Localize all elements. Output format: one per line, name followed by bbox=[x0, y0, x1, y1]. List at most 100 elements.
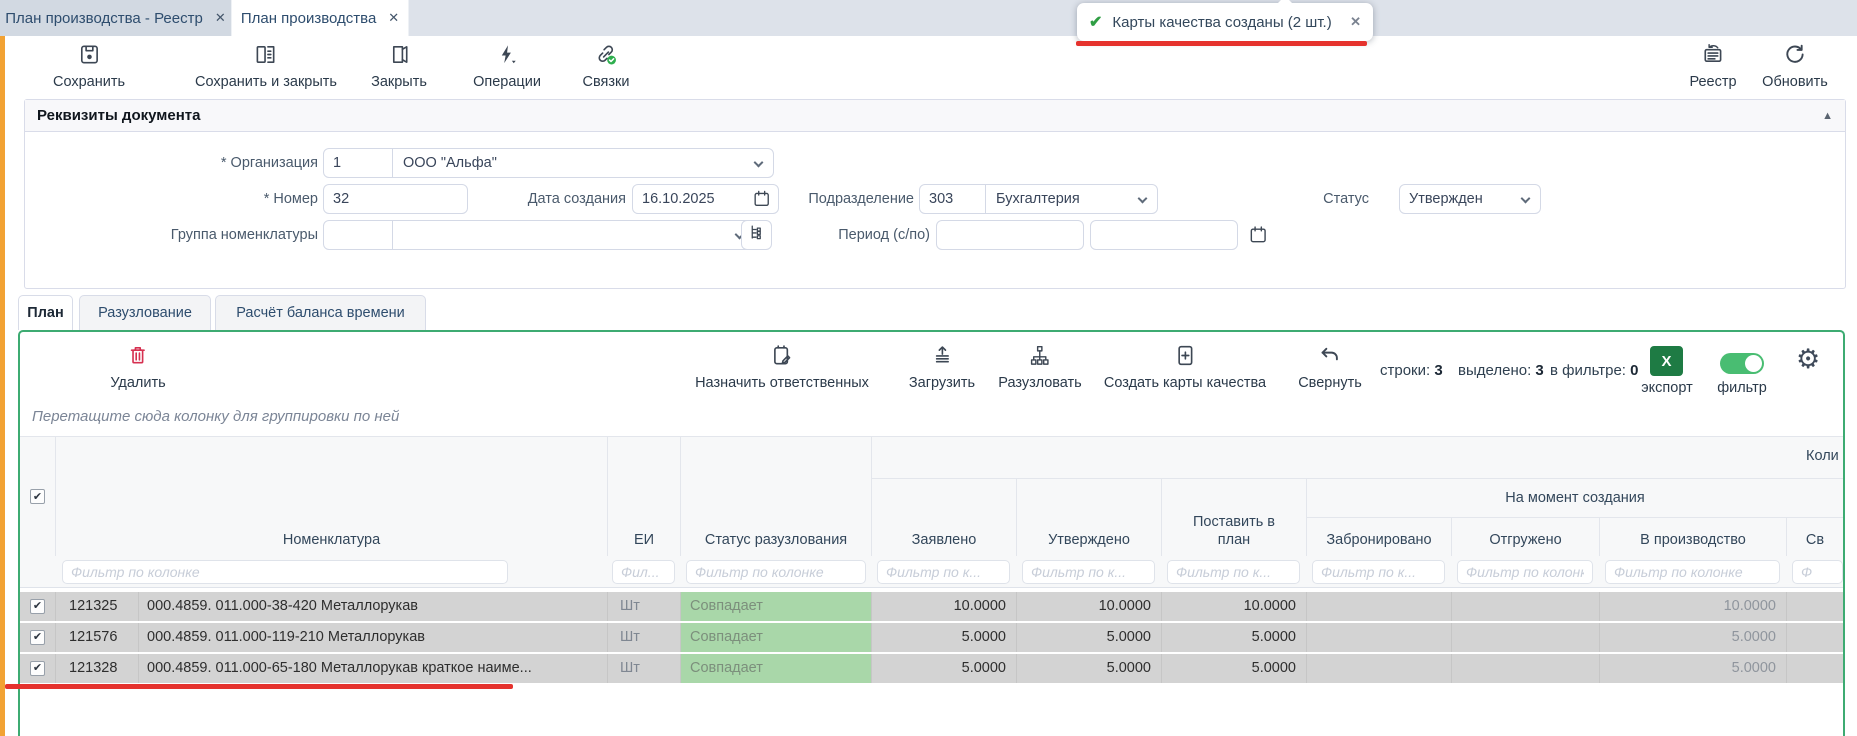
requisites-header[interactable]: Реквизиты документа ▲ bbox=[25, 100, 1845, 132]
row-to-plan: 10.0000 bbox=[1161, 592, 1306, 621]
table-row[interactable]: ✔ 121576 000.4859. 011.000-119-210 Метал… bbox=[20, 623, 1843, 652]
col-declared[interactable]: Заявлено bbox=[871, 479, 1016, 556]
row-id: 121328 bbox=[55, 654, 138, 683]
upload-icon bbox=[931, 344, 954, 371]
registry-list-icon bbox=[1702, 43, 1725, 70]
chevron-down-icon[interactable] bbox=[1138, 194, 1148, 204]
organization-combo[interactable]: 1 ООО "Альфа" bbox=[323, 148, 774, 178]
registry-button[interactable]: Реестр bbox=[1689, 43, 1736, 90]
col-reserved[interactable]: Забронировано bbox=[1306, 518, 1451, 556]
filter-to-plan[interactable] bbox=[1167, 560, 1300, 584]
status-label: Статус bbox=[1305, 184, 1369, 214]
organization-name: ООО "Альфа" bbox=[393, 149, 773, 177]
tab-explosion[interactable]: Разузлование bbox=[79, 295, 211, 330]
row-checkbox[interactable]: ✔ bbox=[30, 630, 45, 645]
filter-declared[interactable] bbox=[877, 560, 1010, 584]
close-button[interactable]: Закрыть bbox=[371, 43, 427, 90]
row-status-badge: Совпадает bbox=[680, 592, 871, 621]
chevron-down-icon[interactable] bbox=[754, 158, 764, 168]
division-combo[interactable]: 303 Бухгалтерия bbox=[919, 184, 1158, 214]
toast-notification: ✔ Карты качества созданы (2 шт.) ✕ bbox=[1077, 3, 1373, 41]
chevron-down-icon[interactable] bbox=[1521, 194, 1531, 204]
tab-time-balance[interactable]: Расчёт баланса времени bbox=[215, 295, 426, 330]
operations-button[interactable]: Операции bbox=[473, 43, 541, 90]
row-name: 000.4859. 011.000-119-210 Металлорукав bbox=[138, 623, 607, 652]
save-and-close-button[interactable]: Сохранить и закрыть bbox=[195, 43, 337, 90]
tab-plan[interactable]: План bbox=[18, 295, 73, 330]
toast-close-icon[interactable]: ✕ bbox=[1350, 14, 1361, 30]
status-select[interactable]: Утвержден bbox=[1399, 184, 1541, 214]
selected-count: выделено: 3 bbox=[1458, 362, 1544, 379]
assign-responsible-button[interactable]: Назначить ответственных bbox=[695, 344, 869, 391]
row-id: 121325 bbox=[55, 592, 138, 621]
col-nomenclature[interactable]: Номенклатура bbox=[55, 437, 607, 556]
filtered-count: в фильтре: 0 bbox=[1550, 362, 1639, 379]
table-header: ✔ Номенклатура ЕИ Статус разузлования Ко… bbox=[20, 436, 1843, 588]
annotation-underline-row bbox=[5, 684, 513, 689]
toast-message: Карты качества созданы (2 шт.) bbox=[1112, 14, 1340, 31]
row-unit: Шт bbox=[607, 654, 680, 683]
col-to-plan[interactable]: Поставить в план bbox=[1161, 479, 1306, 556]
col-partial[interactable]: Св bbox=[1786, 518, 1843, 556]
load-button[interactable]: Загрузить bbox=[909, 344, 975, 391]
check-icon: ✔ bbox=[33, 623, 42, 652]
excel-export-icon[interactable]: X bbox=[1650, 346, 1683, 376]
row-to-plan: 5.0000 bbox=[1161, 623, 1306, 652]
row-checkbox[interactable]: ✔ bbox=[30, 661, 45, 676]
row-checkbox[interactable]: ✔ bbox=[30, 599, 45, 614]
col-unit[interactable]: ЕИ bbox=[607, 437, 680, 556]
explode-button[interactable]: Разузловать bbox=[998, 344, 1081, 391]
row-reserved bbox=[1306, 623, 1451, 652]
filter-shipped[interactable] bbox=[1457, 560, 1593, 584]
close-icon[interactable]: ✕ bbox=[388, 10, 399, 26]
row-status-badge: Совпадает bbox=[680, 623, 871, 652]
delete-button[interactable]: Удалить bbox=[110, 344, 165, 391]
row-in-production: 5.0000 bbox=[1599, 623, 1786, 652]
nomen-group-combo[interactable] bbox=[323, 220, 755, 250]
calendar-icon[interactable] bbox=[752, 189, 772, 211]
period-from-input[interactable] bbox=[936, 220, 1084, 250]
tab-plan-document[interactable]: План производства ✕ bbox=[232, 0, 409, 36]
filter-reserved[interactable] bbox=[1312, 560, 1445, 584]
lightning-icon bbox=[495, 43, 518, 70]
filter-nomenclature[interactable] bbox=[62, 560, 508, 584]
row-approved: 5.0000 bbox=[1016, 654, 1161, 683]
row-unit: Шт bbox=[607, 623, 680, 652]
col-explosion-status[interactable]: Статус разузлования bbox=[680, 437, 871, 556]
row-to-plan: 5.0000 bbox=[1161, 654, 1306, 683]
tab-plan-registry[interactable]: План производства - Реестр ✕ bbox=[0, 0, 232, 36]
filter-toggle[interactable] bbox=[1720, 353, 1764, 374]
filter-unit[interactable] bbox=[612, 560, 675, 584]
gear-icon[interactable]: ⚙ bbox=[1796, 344, 1820, 375]
save-button[interactable]: Сохранить bbox=[53, 43, 125, 90]
collapse-icon[interactable]: ▲ bbox=[1822, 110, 1833, 122]
filter-status[interactable] bbox=[686, 560, 866, 584]
app-window: План производства - Реестр ✕ План произв… bbox=[0, 0, 1857, 736]
create-quality-cards-button[interactable]: Создать карты качества bbox=[1104, 344, 1266, 391]
period-to-input[interactable] bbox=[1090, 220, 1238, 250]
section-title: Реквизиты документа bbox=[37, 107, 1822, 124]
nomen-group-label: Группа номенклатуры bbox=[25, 220, 318, 250]
tree-icon bbox=[748, 224, 765, 246]
row-shipped bbox=[1451, 654, 1599, 683]
col-shipped[interactable]: Отгружено bbox=[1451, 518, 1599, 556]
created-date-input[interactable]: 16.10.2025 bbox=[632, 184, 779, 214]
select-all-checkbox[interactable]: ✔ bbox=[30, 489, 45, 504]
collapse-rows-button[interactable]: Свернуть bbox=[1298, 344, 1362, 391]
calendar-icon[interactable] bbox=[1248, 224, 1268, 246]
filter-approved[interactable] bbox=[1022, 560, 1155, 584]
col-in-production[interactable]: В производство bbox=[1599, 518, 1786, 556]
col-approved[interactable]: Утверждено bbox=[1016, 479, 1161, 556]
period-label: Период (с/по) bbox=[815, 220, 930, 250]
filter-partial[interactable] bbox=[1792, 560, 1843, 584]
nomen-group-tree-button[interactable] bbox=[741, 220, 772, 250]
door-icon bbox=[387, 43, 410, 70]
export-label: экспорт bbox=[1641, 380, 1692, 396]
number-input[interactable] bbox=[323, 184, 468, 214]
table-row[interactable]: ✔ 121328 000.4859. 011.000-65-180 Металл… bbox=[20, 654, 1843, 683]
filter-in-production[interactable] bbox=[1605, 560, 1780, 584]
table-row[interactable]: ✔ 121325 000.4859. 011.000-38-420 Металл… bbox=[20, 592, 1843, 621]
refresh-button[interactable]: Обновить bbox=[1762, 43, 1828, 90]
close-icon[interactable]: ✕ bbox=[215, 10, 226, 26]
links-button[interactable]: Связки bbox=[583, 43, 630, 90]
